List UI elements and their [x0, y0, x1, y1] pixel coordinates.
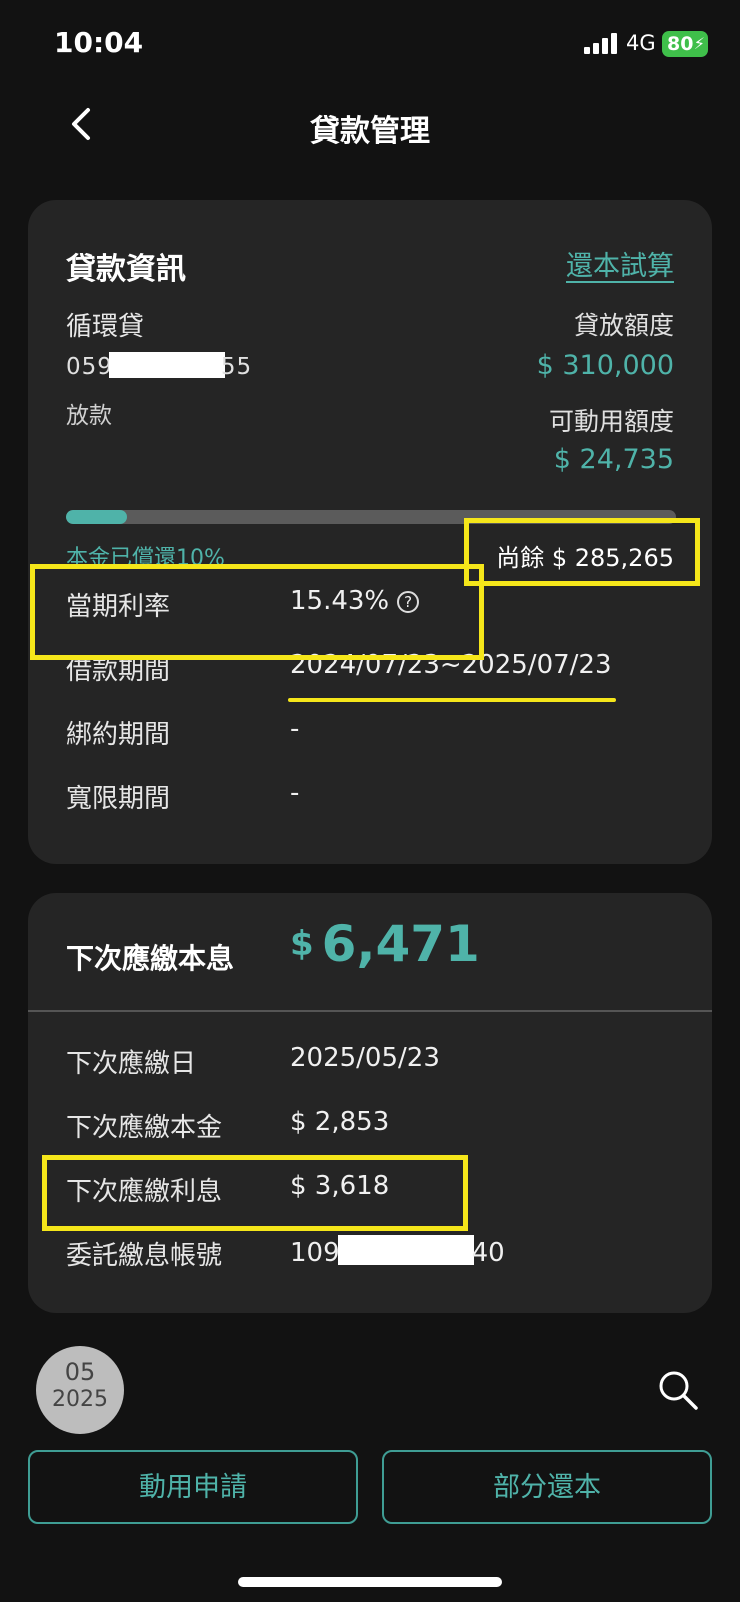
battery-icon: 80 ⚡	[662, 31, 708, 57]
repayment-calc-link[interactable]: 還本試算	[566, 244, 674, 283]
next-payment-card: 下次應繳本息 $6,471 下次應繳日 2025/05/23 下次應繳本金 $ …	[28, 893, 712, 1313]
credit-limit-label: 貸放額度	[573, 311, 674, 340]
signal-icon	[584, 32, 618, 54]
charging-icon: ⚡	[693, 34, 705, 53]
divider	[28, 1010, 712, 1012]
highlight-remaining-balance	[464, 518, 700, 586]
next-payment-amount: $6,471	[290, 915, 480, 973]
underline-loan-period	[288, 698, 616, 702]
grace-period-value: -	[290, 778, 300, 808]
partial-repay-button[interactable]: 部分還本	[382, 1450, 712, 1524]
next-payment-title: 下次應繳本息	[66, 942, 235, 975]
month-selector[interactable]: 05 2025	[36, 1346, 124, 1434]
lock-in-period-value: -	[290, 714, 300, 744]
debit-account-value: 109 40	[290, 1235, 505, 1268]
battery-level: 80	[667, 33, 694, 55]
account-suffix: 55	[220, 354, 253, 380]
loan-account-number: 059 55	[66, 352, 252, 380]
status-bar: 10:04 4G 80 ⚡	[0, 0, 740, 90]
next-due-date-label: 下次應繳日	[66, 1049, 197, 1079]
lock-in-period-label: 綁約期間	[66, 720, 171, 750]
next-due-date-value: 2025/05/23	[290, 1043, 440, 1073]
page-title: 貸款管理	[310, 114, 430, 149]
debit-prefix: 109	[290, 1238, 340, 1268]
loan-info-title: 貸款資訊	[66, 252, 186, 287]
badge-year: 2025	[52, 1387, 108, 1412]
grace-period-label: 寬限期間	[66, 784, 171, 814]
currency-symbol: $	[290, 924, 314, 964]
next-principal-value: $ 2,853	[290, 1107, 390, 1137]
search-icon[interactable]	[656, 1368, 700, 1412]
highlight-next-interest	[42, 1155, 468, 1231]
repayment-progress-fill	[66, 510, 127, 524]
network-type: 4G	[626, 31, 656, 55]
account-prefix: 059	[66, 354, 113, 380]
credit-limit-value: $ 310,000	[536, 350, 674, 381]
highlight-interest-rate	[30, 564, 484, 660]
debit-suffix: 40	[471, 1238, 505, 1268]
redaction-mask	[337, 1235, 474, 1265]
debit-account-label: 委託繳息帳號	[66, 1241, 223, 1271]
available-amount-label: 可動用額度	[548, 407, 674, 436]
home-indicator	[238, 1577, 502, 1587]
loan-status: 放款	[66, 403, 112, 429]
available-amount-value: $ 24,735	[553, 444, 674, 475]
badge-month: 05	[64, 1358, 96, 1386]
status-time: 10:04	[54, 26, 144, 59]
drawdown-button[interactable]: 動用申請	[28, 1450, 358, 1524]
next-payment-number: 6,471	[321, 915, 480, 973]
loan-type: 循環貸	[66, 312, 145, 342]
redaction-mask	[108, 352, 225, 378]
next-principal-label: 下次應繳本金	[66, 1113, 223, 1143]
